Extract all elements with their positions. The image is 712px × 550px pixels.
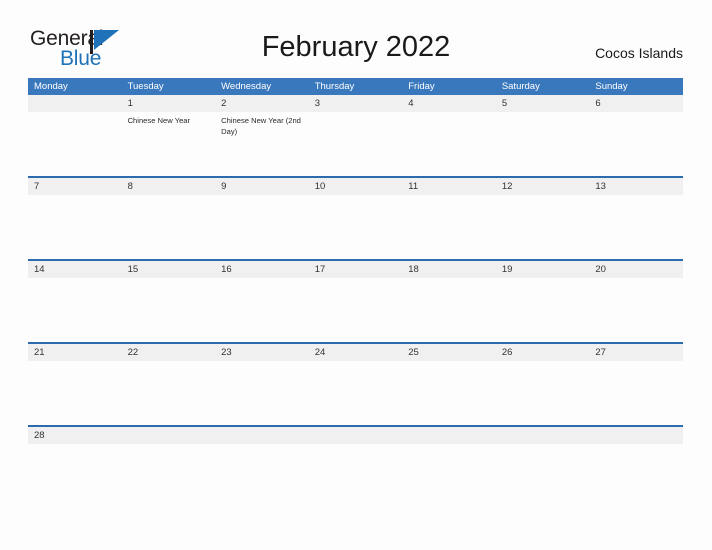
day-events-cell: [402, 444, 496, 506]
week-events-band: [28, 195, 683, 257]
day-number-9[interactable]: 9: [215, 178, 309, 195]
day-events-cell: [589, 444, 683, 506]
day-events-cell: [28, 278, 122, 340]
day-cell-empty: [215, 427, 309, 444]
weekday-header-row: Monday Tuesday Wednesday Thursday Friday Satu…: [28, 78, 683, 95]
day-number-16[interactable]: 16: [215, 261, 309, 278]
day-number-6[interactable]: 6: [589, 95, 683, 112]
day-number-4[interactable]: 4: [402, 95, 496, 112]
week-events-band: Chinese New Year Chinese New Year (2nd Da…: [28, 112, 683, 174]
week-events-band: [28, 444, 683, 506]
weekday-header-sunday: Sunday: [595, 81, 628, 92]
day-number-18[interactable]: 18: [402, 261, 496, 278]
calendar-week-row: 1 2 3 4 5 6 Chinese New Year Chinese New Year (…: [28, 95, 683, 176]
day-events-cell: [589, 361, 683, 423]
day-events-cell: [402, 361, 496, 423]
day-number-26[interactable]: 26: [496, 344, 590, 361]
day-cell-empty: [589, 427, 683, 444]
weekday-header-saturday: Saturday: [501, 81, 540, 92]
day-events-cell: [215, 361, 309, 423]
day-events-cell: Chinese New Year (2nd Day): [215, 112, 309, 174]
weekday-header-tuesday: Tuesday: [127, 81, 164, 92]
calendar-week-row: 7 8 9 10 11 12 13: [28, 176, 683, 259]
day-events-cell: [215, 278, 309, 340]
calendar-week-row: 28: [28, 425, 683, 508]
day-events-cell: [122, 444, 216, 506]
day-events-cell: Chinese New Year: [122, 112, 216, 174]
day-events-cell: [309, 444, 403, 506]
weekday-header-wednesday: Wednesday: [221, 81, 272, 92]
day-events-cell: [28, 361, 122, 423]
day-events-cell: [309, 112, 403, 174]
day-cell-empty: [402, 427, 496, 444]
day-number-1[interactable]: 1: [122, 95, 216, 112]
day-number-23[interactable]: 23: [215, 344, 309, 361]
day-number-11[interactable]: 11: [402, 178, 496, 195]
day-cell-empty: [309, 427, 403, 444]
day-events-cell: [589, 112, 683, 174]
day-events-cell: [402, 112, 496, 174]
week-number-band: 28: [28, 427, 683, 444]
day-number-3[interactable]: 3: [309, 95, 403, 112]
day-events-cell: [496, 112, 590, 174]
day-events-cell: [28, 195, 122, 257]
week-events-band: [28, 278, 683, 340]
event-label: Chinese New Year: [127, 116, 191, 125]
day-number-7[interactable]: 7: [28, 178, 122, 195]
day-number-24[interactable]: 24: [309, 344, 403, 361]
day-number-28[interactable]: 28: [28, 427, 122, 444]
calendar-grid: Monday Tuesday Wednesday Thursday Friday Satu…: [28, 78, 683, 508]
day-events-cell: [589, 278, 683, 340]
weekday-header-thursday: Thursday: [314, 81, 355, 92]
event-label: Chinese New Year (2nd Day): [221, 116, 301, 136]
day-number-5[interactable]: 5: [496, 95, 590, 112]
day-events-cell: [215, 195, 309, 257]
day-number-19[interactable]: 19: [496, 261, 590, 278]
weekday-header-friday: Friday: [408, 81, 435, 92]
calendar-week-row: 14 15 16 17 18 19 20: [28, 259, 683, 342]
week-number-band: 123456: [28, 95, 683, 112]
day-number-13[interactable]: 13: [589, 178, 683, 195]
day-events-cell: [309, 278, 403, 340]
calendar-weeks: 1 2 3 4 5 6 Chinese New Year Chinese New Year (…: [28, 95, 683, 508]
page-header: General Blue February 2022 Cocos Islands: [0, 0, 712, 78]
day-events-cell: [122, 195, 216, 257]
day-cell-empty: [496, 427, 590, 444]
day-cell-empty: [122, 427, 216, 444]
calendar-week-row: 21 22 23 24 25 26 27: [28, 342, 683, 425]
day-events-cell: [215, 444, 309, 506]
day-events-cell: [122, 361, 216, 423]
weekday-header-monday: Monday: [34, 81, 68, 92]
day-events-cell: [402, 195, 496, 257]
day-number-20[interactable]: 20: [589, 261, 683, 278]
day-events-cell: [496, 195, 590, 257]
day-events-cell: [28, 444, 122, 506]
day-cell-empty: [28, 95, 122, 112]
week-number-band: 7 8 9 10 11 12 13: [28, 178, 683, 195]
week-number-band: 14 15 16 17 18 19 20: [28, 261, 683, 278]
day-number-8[interactable]: 8: [122, 178, 216, 195]
day-events-cell: [496, 278, 590, 340]
day-number-22[interactable]: 22: [122, 344, 216, 361]
day-number-27[interactable]: 27: [589, 344, 683, 361]
day-events-cell: [28, 112, 122, 174]
day-number-21[interactable]: 21: [28, 344, 122, 361]
day-events-cell: [309, 195, 403, 257]
day-number-10[interactable]: 10: [309, 178, 403, 195]
day-events-cell: [402, 278, 496, 340]
day-number-17[interactable]: 17: [309, 261, 403, 278]
day-events-cell: [309, 361, 403, 423]
day-number-14[interactable]: 14: [28, 261, 122, 278]
day-events-cell: [122, 278, 216, 340]
day-number-15[interactable]: 15: [122, 261, 216, 278]
location-label: Cocos Islands: [595, 45, 683, 61]
day-events-cell: [589, 195, 683, 257]
week-number-band: 21 22 23 24 25 26 27: [28, 344, 683, 361]
day-events-cell: [496, 444, 590, 506]
week-events-band: [28, 361, 683, 423]
day-number-2[interactable]: 2: [215, 95, 309, 112]
day-events-cell: [496, 361, 590, 423]
day-number-12[interactable]: 12: [496, 178, 590, 195]
day-number-25[interactable]: 25: [402, 344, 496, 361]
